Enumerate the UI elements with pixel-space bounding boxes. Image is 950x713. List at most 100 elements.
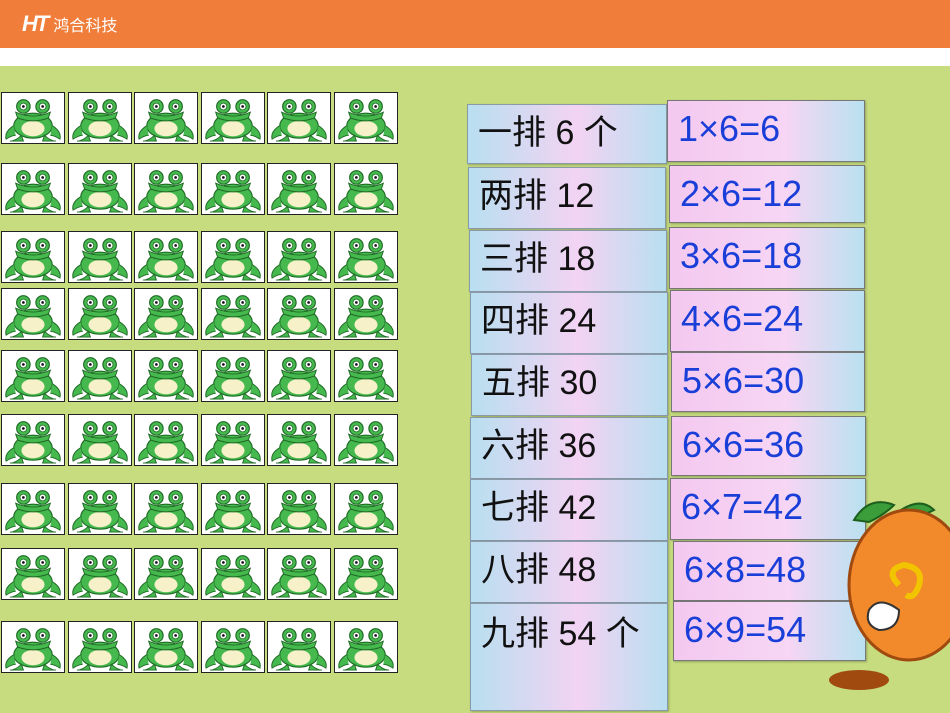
frog-icon: [5, 628, 61, 671]
frog-tile: [67, 548, 132, 600]
frog-icon: [271, 99, 327, 142]
frog-icon: [138, 99, 194, 142]
frog-icon: [337, 357, 394, 400]
frog-tile: [333, 483, 398, 535]
frog-icon: [204, 555, 261, 598]
frog-tile: [267, 483, 331, 535]
frog-icon: [271, 357, 327, 400]
frog-icon: [138, 628, 194, 671]
frog-tile: [1, 288, 65, 340]
frog-tile: [1, 483, 65, 535]
frog-tile: [200, 231, 265, 283]
frog-tile: [1, 350, 65, 402]
frog-icon: [271, 170, 327, 213]
frog-tile: [67, 231, 132, 283]
frog-tile: [134, 621, 198, 673]
frog-tile: [134, 483, 198, 535]
frog-tile: [200, 288, 265, 340]
frog-tile: [1, 163, 65, 215]
frog-icon: [337, 628, 394, 671]
frog-icon: [271, 295, 327, 338]
frog-tile: [1, 414, 65, 466]
frog-icon: [204, 170, 261, 213]
frog-tile: [333, 414, 398, 466]
company-name: 鸿合科技: [53, 16, 118, 35]
frog-tile: [134, 414, 198, 466]
row-count-label: 八排 48: [470, 541, 668, 603]
frog-tile: [333, 548, 398, 600]
frog-tile: [267, 350, 331, 402]
frog-tile: [200, 414, 265, 466]
frog-tile: [134, 350, 198, 402]
frog-icon: [5, 170, 61, 213]
multiplication-formula: 2×6=12: [669, 165, 865, 223]
frog-tile: [67, 92, 132, 144]
frog-tile: [267, 414, 331, 466]
frog-icon: [204, 295, 261, 338]
frog-icon: [138, 357, 194, 400]
frog-tile: [67, 288, 132, 340]
header-bar: HT 鸿合科技: [0, 0, 950, 48]
frog-tile: [333, 92, 398, 144]
frog-icon: [71, 170, 128, 213]
frog-tile: [267, 163, 331, 215]
frog-tile: [267, 231, 331, 283]
logo-mark: HT: [22, 11, 49, 36]
frog-icon: [271, 421, 327, 464]
frog-icon: [138, 555, 194, 598]
frog-tile: [67, 163, 132, 215]
frog-icon: [5, 490, 61, 533]
multiplication-formula: 1×6=6: [667, 100, 865, 162]
frog-icon: [71, 99, 128, 142]
row-count-label: 五排 30: [471, 354, 668, 416]
frog-icon: [204, 421, 261, 464]
frog-tile: [67, 350, 132, 402]
multiplication-formula: 6×6=36: [671, 416, 866, 476]
frog-tile: [267, 288, 331, 340]
frog-icon: [337, 555, 394, 598]
frog-tile: [67, 621, 132, 673]
frog-tile: [200, 483, 265, 535]
frog-tile: [267, 621, 331, 673]
frog-tile: [134, 231, 198, 283]
frog-icon: [71, 238, 128, 281]
frog-icon: [71, 295, 128, 338]
frog-icon: [337, 170, 394, 213]
company-logo: HT 鸿合科技: [22, 9, 117, 39]
frog-icon: [271, 238, 327, 281]
frog-icon: [138, 238, 194, 281]
frog-tile: [200, 621, 265, 673]
multiplication-formula: 5×6=30: [671, 352, 865, 412]
frog-icon: [5, 421, 61, 464]
frog-icon: [337, 490, 394, 533]
frog-icon: [204, 628, 261, 671]
frog-tile: [1, 231, 65, 283]
frog-icon: [5, 357, 61, 400]
frog-tile: [1, 92, 65, 144]
frog-tile: [200, 92, 265, 144]
row-count-label: 三排 18: [469, 230, 667, 292]
row-count-label: 一排 6 个: [467, 104, 667, 164]
frog-icon: [204, 490, 261, 533]
frog-tile: [267, 548, 331, 600]
multiplication-formula: 4×6=24: [670, 290, 865, 352]
frog-tile: [333, 350, 398, 402]
frog-tile: [134, 548, 198, 600]
frog-tile: [67, 483, 132, 535]
frog-icon: [204, 238, 261, 281]
frog-icon: [138, 490, 194, 533]
frog-tile: [134, 92, 198, 144]
row-count-label: 七排 42: [470, 479, 668, 541]
frog-icon: [271, 555, 327, 598]
frog-icon: [71, 555, 128, 598]
frog-tile: [333, 288, 398, 340]
frog-icon: [71, 421, 128, 464]
multiplication-formula: 3×6=18: [669, 227, 865, 289]
frog-icon: [271, 628, 327, 671]
frog-tile: [267, 92, 331, 144]
orange-mascot-icon: [829, 501, 950, 690]
frog-tile: [1, 621, 65, 673]
frog-icon: [204, 99, 261, 142]
frog-tile: [333, 163, 398, 215]
frog-tile: [1, 548, 65, 600]
